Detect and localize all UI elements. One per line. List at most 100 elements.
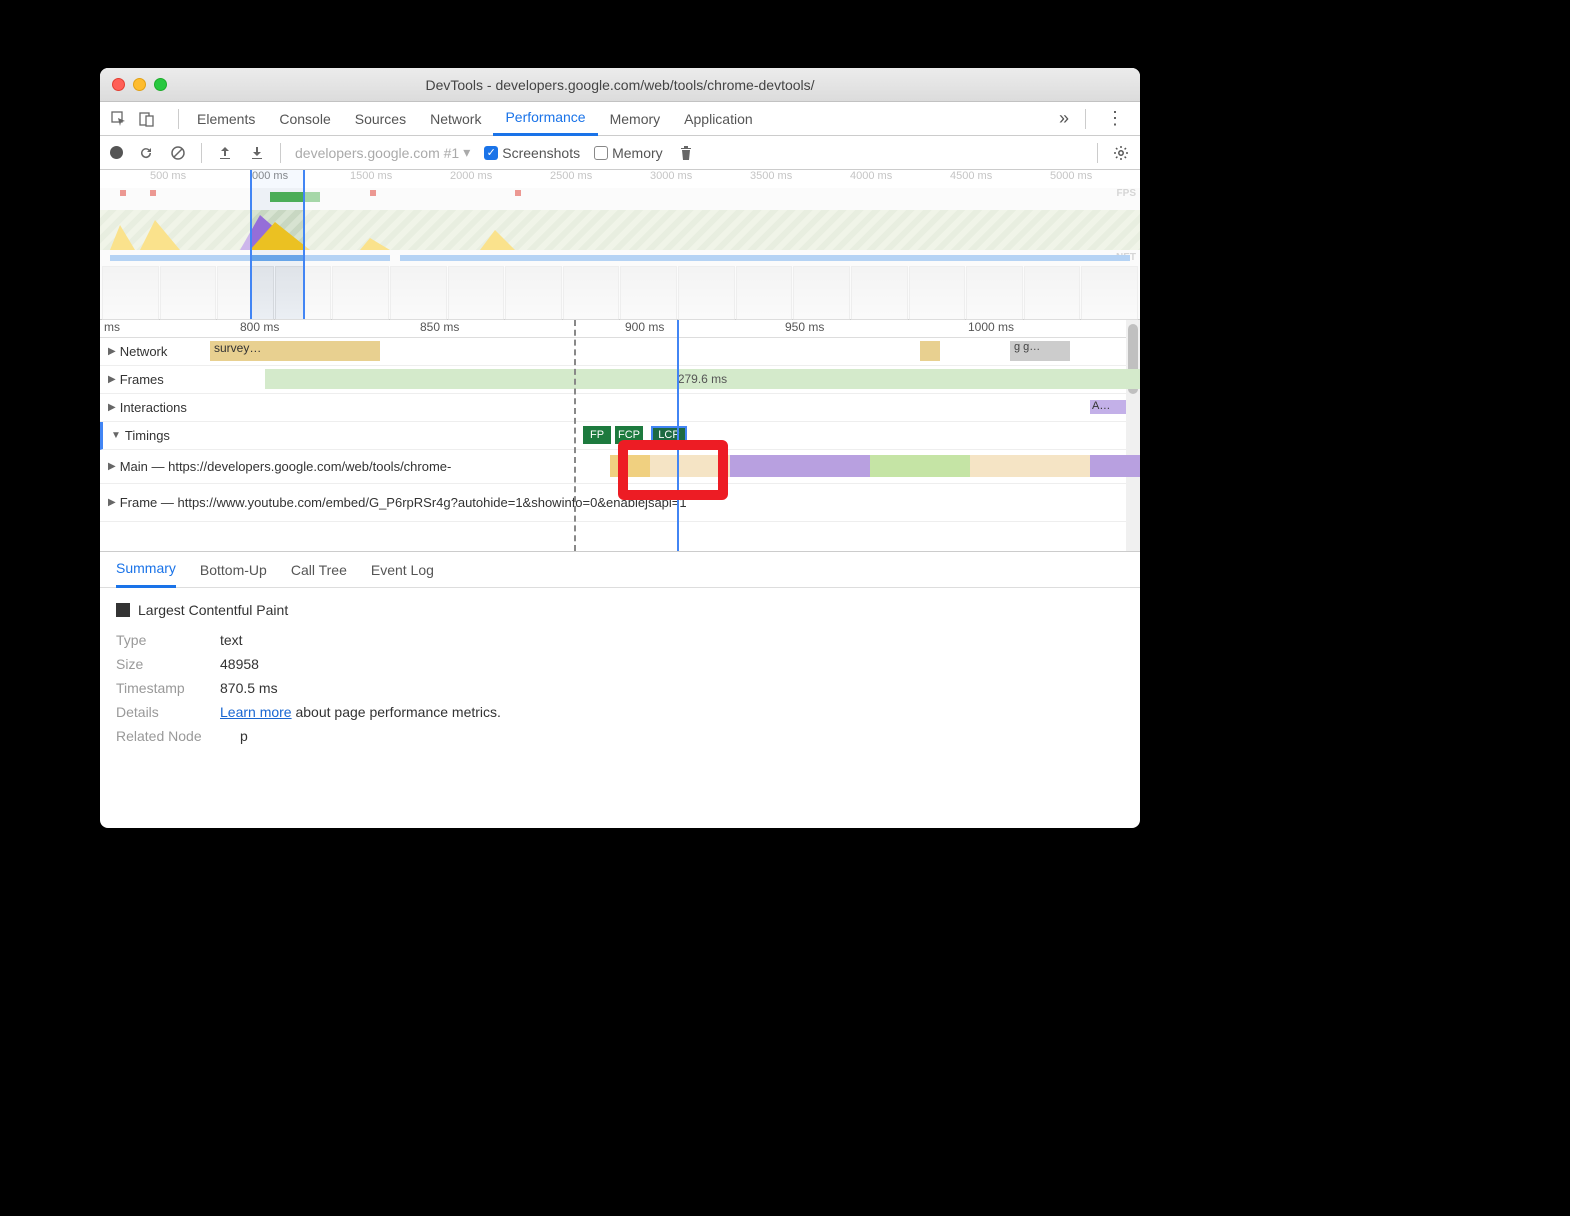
tab-memory[interactable]: Memory — [598, 102, 673, 136]
disclosure-right-icon: ▶ — [108, 374, 116, 385]
screenshot-thumb — [678, 266, 735, 320]
scrollbar[interactable] — [1126, 320, 1140, 551]
row-network[interactable]: ▶ Network survey… g g… — [100, 338, 1140, 366]
device-toolbar-icon[interactable] — [136, 108, 158, 130]
chevron-down-icon: ▾ — [463, 144, 470, 161]
details-tabs: Summary Bottom-Up Call Tree Event Log — [100, 552, 1140, 588]
tick: 950 ms — [785, 320, 824, 334]
event-title: Largest Contentful Paint — [138, 602, 288, 618]
separator — [178, 109, 179, 129]
tab-performance[interactable]: Performance — [493, 102, 597, 136]
screenshots-label: Screenshots — [502, 145, 580, 161]
tabs-overflow-icon[interactable]: » — [1049, 108, 1079, 129]
minimize-window-button[interactable] — [133, 78, 146, 91]
flamechart[interactable]: ms 800 ms 850 ms 900 ms 950 ms 1000 ms ▶… — [100, 320, 1140, 552]
tick: 5000 ms — [1050, 170, 1092, 182]
screenshots-checkbox[interactable]: ✓ Screenshots — [484, 145, 580, 161]
field-details: Details Learn more about page performanc… — [116, 704, 1124, 720]
event-color-swatch — [116, 603, 130, 617]
screenshot-thumb — [909, 266, 966, 320]
kebab-menu-icon[interactable]: ⋮ — [1098, 108, 1132, 129]
field-label: Size — [116, 656, 206, 672]
performance-toolbar: developers.google.com #1▾ ✓ Screenshots … — [100, 136, 1140, 170]
trash-icon[interactable] — [677, 144, 695, 162]
row-label: Timings — [125, 428, 170, 443]
dtab-summary[interactable]: Summary — [116, 552, 176, 588]
tick: 4500 ms — [950, 170, 992, 182]
row-label: Main — https://developers.google.com/web… — [120, 459, 452, 474]
network-entry-gg[interactable]: g g… — [1010, 341, 1070, 361]
recording-dropdown[interactable]: developers.google.com #1▾ — [295, 144, 470, 161]
screenshot-thumb — [563, 266, 620, 320]
checkbox-checked-icon: ✓ — [484, 146, 498, 160]
timing-fp-marker[interactable]: FP — [583, 426, 611, 444]
row-interactions[interactable]: ▶ Interactions A… — [100, 394, 1140, 422]
record-button[interactable] — [110, 146, 123, 159]
tick: ms — [104, 320, 120, 334]
row-frames[interactable]: ▶ Frames 279.6 ms — [100, 366, 1140, 394]
titlebar: DevTools - developers.google.com/web/too… — [100, 68, 1140, 102]
window-controls — [112, 78, 167, 91]
tick: 3500 ms — [750, 170, 792, 182]
tick: 4000 ms — [850, 170, 892, 182]
checkbox-unchecked-icon — [594, 146, 608, 160]
hover-marker — [574, 320, 576, 551]
tab-sources[interactable]: Sources — [343, 102, 418, 136]
tick: 800 ms — [240, 320, 279, 334]
screenshot-thumb — [390, 266, 447, 320]
screenshot-thumb — [793, 266, 850, 320]
network-entry[interactable]: survey… — [210, 341, 380, 361]
screenshot-thumb — [448, 266, 505, 320]
devtools-window: DevTools - developers.google.com/web/too… — [100, 68, 1140, 828]
tick: 1000 ms — [968, 320, 1014, 334]
frame-entry[interactable]: 279.6 ms — [265, 369, 1140, 389]
zoom-window-button[interactable] — [154, 78, 167, 91]
devtools-tabbar: Elements Console Sources Network Perform… — [100, 102, 1140, 136]
frame-duration-label: 279.6 ms — [678, 372, 727, 386]
disclosure-down-icon: ▼ — [111, 430, 121, 441]
row-timings[interactable]: ▼ Timings FP FCP LCP — [100, 422, 1140, 450]
row-main[interactable]: ▶ Main — https://developers.google.com/w… — [100, 450, 1140, 484]
field-label: Related Node — [116, 728, 226, 744]
tab-application[interactable]: Application — [672, 102, 765, 136]
reload-icon[interactable] — [137, 144, 155, 162]
dtab-bottomup[interactable]: Bottom-Up — [200, 552, 267, 588]
interaction-entry[interactable]: A… — [1090, 400, 1130, 414]
memory-checkbox[interactable]: Memory — [594, 145, 663, 161]
field-label: Type — [116, 632, 206, 648]
field-timestamp: Timestamp 870.5 ms — [116, 680, 1124, 696]
overview-selection[interactable] — [250, 170, 305, 319]
details-tail: about page performance metrics. — [292, 704, 501, 720]
learn-more-link[interactable]: Learn more — [220, 704, 292, 720]
dtab-calltree[interactable]: Call Tree — [291, 552, 347, 588]
tab-network[interactable]: Network — [418, 102, 493, 136]
row-frame[interactable]: ▶ Frame — https://www.youtube.com/embed/… — [100, 484, 1140, 522]
timeline-overview[interactable]: 500 ms 000 ms 1500 ms 2000 ms 2500 ms 30… — [100, 170, 1140, 320]
tab-console[interactable]: Console — [267, 102, 342, 136]
main-thread-trace[interactable] — [610, 455, 1140, 477]
separator — [1085, 109, 1086, 129]
fp-label: FP — [590, 429, 604, 441]
playhead[interactable] — [677, 320, 679, 551]
row-label: Frame — https://www.youtube.com/embed/G_… — [120, 495, 687, 510]
download-icon[interactable] — [248, 144, 266, 162]
clear-icon[interactable] — [169, 144, 187, 162]
dtab-eventlog[interactable]: Event Log — [371, 552, 434, 588]
upload-icon[interactable] — [216, 144, 234, 162]
tick: 500 ms — [150, 170, 186, 182]
screenshot-thumb — [505, 266, 562, 320]
row-label: Network — [120, 344, 168, 359]
timing-lcp-marker[interactable]: LCP — [651, 426, 687, 444]
close-window-button[interactable] — [112, 78, 125, 91]
tab-elements[interactable]: Elements — [185, 102, 267, 136]
screenshot-thumb — [160, 266, 217, 320]
timing-fcp-marker[interactable]: FCP — [615, 426, 643, 444]
field-value: Learn more about page performance metric… — [220, 704, 501, 720]
gear-icon[interactable] — [1112, 144, 1130, 162]
inspect-element-icon[interactable] — [108, 108, 130, 130]
field-label: Timestamp — [116, 680, 206, 696]
field-value[interactable]: p — [240, 728, 248, 744]
network-entry-small[interactable] — [920, 341, 940, 361]
event-title-row: Largest Contentful Paint — [116, 602, 1124, 618]
recording-dropdown-label: developers.google.com #1 — [295, 145, 459, 161]
